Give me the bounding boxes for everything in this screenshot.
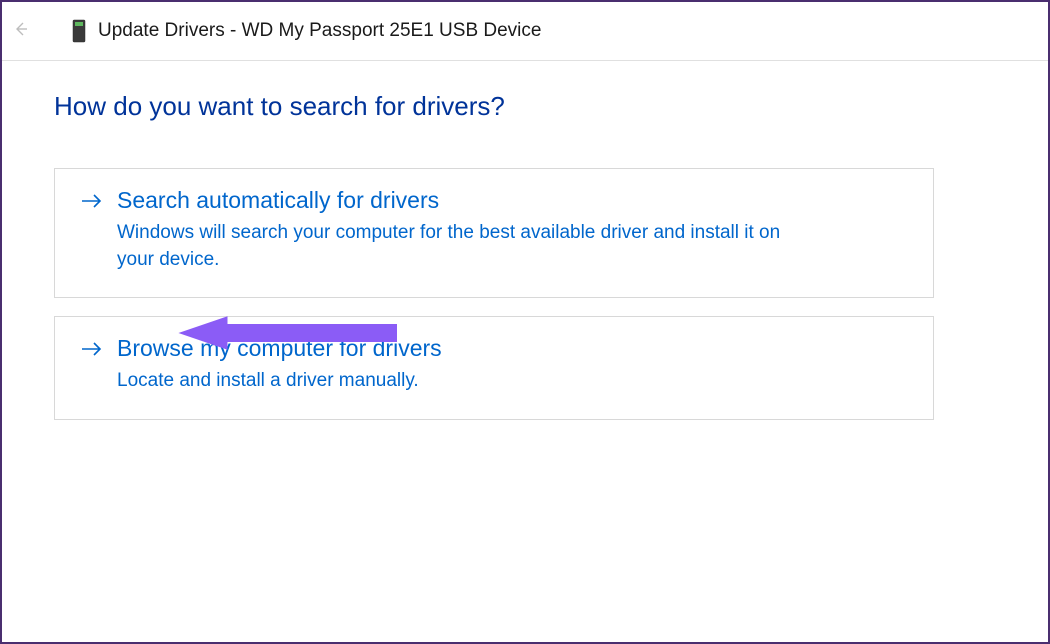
option-title: Search automatically for drivers (117, 187, 913, 214)
page-heading: How do you want to search for drivers? (54, 91, 996, 122)
option-description: Windows will search your computer for th… (117, 220, 817, 273)
option-title: Browse my computer for drivers (117, 335, 913, 362)
option-description: Locate and install a driver manually. (117, 368, 817, 395)
option-search-automatically[interactable]: Search automatically for drivers Windows… (54, 168, 934, 298)
dialog-title: Update Drivers - WD My Passport 25E1 USB… (98, 20, 541, 42)
option-browse-computer[interactable]: Browse my computer for drivers Locate an… (54, 316, 934, 420)
arrow-right-icon (81, 340, 103, 364)
back-arrow-icon[interactable] (8, 21, 32, 42)
option-text-container: Browse my computer for drivers Locate an… (117, 335, 913, 395)
arrow-right-icon (81, 192, 103, 216)
dialog-header: Update Drivers - WD My Passport 25E1 USB… (2, 2, 1048, 61)
device-icon (70, 18, 88, 44)
option-text-container: Search automatically for drivers Windows… (117, 187, 913, 273)
dialog-content: How do you want to search for drivers? S… (2, 61, 1048, 468)
